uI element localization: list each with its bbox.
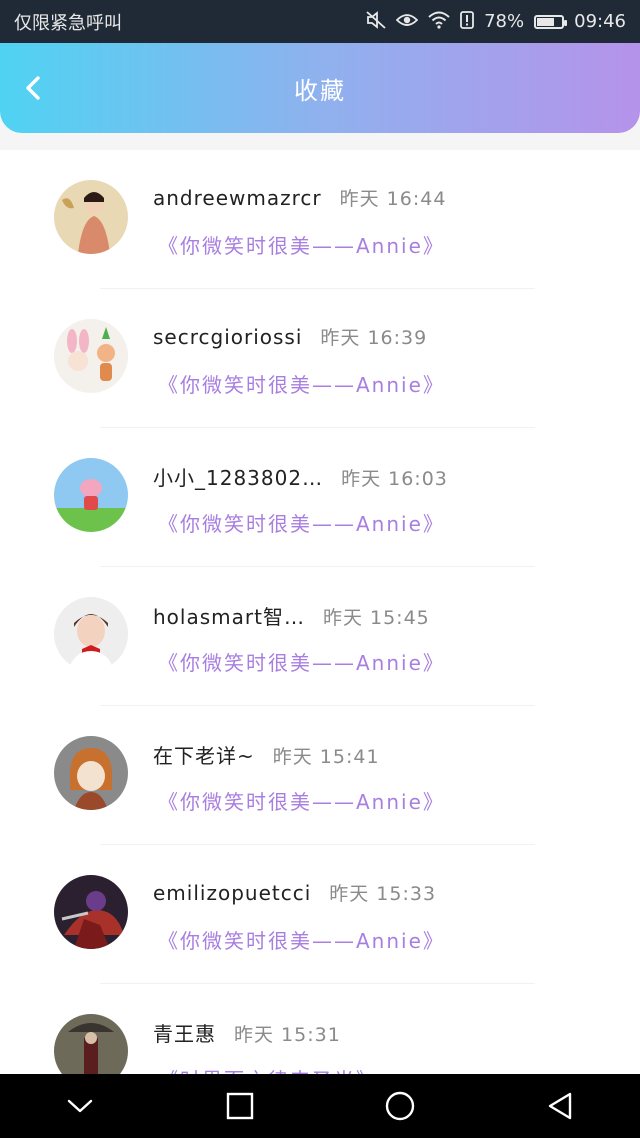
list-item[interactable]: 在下老详~ 昨天 15:41 《你微笑时很美——Annie》 xyxy=(0,706,640,845)
chevron-down-icon xyxy=(67,1099,93,1113)
back-button[interactable] xyxy=(18,73,48,103)
avatar[interactable] xyxy=(54,736,128,810)
username[interactable]: 在下老详~ xyxy=(153,740,255,769)
timestamp: 昨天 15:31 xyxy=(234,1024,341,1046)
title-bar: 收藏 xyxy=(0,43,640,133)
back-nav-button[interactable] xyxy=(530,1076,590,1136)
timestamp: 昨天 16:44 xyxy=(339,188,447,210)
timestamp: 昨天 15:45 xyxy=(322,607,430,629)
avatar[interactable] xyxy=(54,319,128,393)
username[interactable]: emilizopuetcci xyxy=(153,881,311,905)
timestamp: 昨天 16:03 xyxy=(341,468,448,490)
square-icon xyxy=(226,1092,254,1120)
favorites-list: andreewmazrcr 昨天 16:44 《你微笑时很美——Annie》 s… xyxy=(0,150,640,1074)
status-bar: 仅限紧急呼叫 78% 09:46 xyxy=(0,0,640,43)
eye-icon xyxy=(395,12,419,32)
favorite-message[interactable]: 《你微笑时很美——Annie》 xyxy=(158,925,445,954)
alert-icon xyxy=(460,10,475,33)
favorite-message[interactable]: 《你微笑时很美——Annie》 xyxy=(158,647,445,676)
list-item[interactable]: 青王惠 昨天 15:31 《时界而之律来圣光》 xyxy=(0,984,640,1074)
list-item[interactable]: holasmart智… 昨天 15:45 《你微笑时很美——Annie》 xyxy=(0,567,640,706)
clock: 09:46 xyxy=(574,11,626,32)
avatar[interactable] xyxy=(54,458,128,532)
circle-icon xyxy=(385,1091,415,1121)
favorite-message[interactable]: 《时界而之律来圣光》 xyxy=(158,1064,378,1074)
battery-percent: 78% xyxy=(484,11,525,32)
username[interactable]: 小小_1283802… xyxy=(153,462,323,491)
list-item[interactable]: emilizopuetcci 昨天 15:33 《你微笑时很美——Annie》 xyxy=(0,845,640,984)
recents-button[interactable] xyxy=(210,1076,270,1136)
name-line: 在下老详~ 昨天 15:41 xyxy=(153,740,380,769)
status-icons: 78% 09:46 xyxy=(366,10,626,33)
username[interactable]: holasmart智… xyxy=(153,601,305,630)
chevron-left-icon xyxy=(26,76,40,100)
battery-icon xyxy=(534,14,568,29)
list-item[interactable]: 小小_1283802… 昨天 16:03 《你微笑时很美——Annie》 xyxy=(0,428,640,567)
timestamp: 昨天 16:39 xyxy=(320,327,428,349)
favorite-message[interactable]: 《你微笑时很美——Annie》 xyxy=(158,508,445,537)
name-line: secrcgioriossi 昨天 16:39 xyxy=(153,323,427,350)
hide-keyboard-button[interactable] xyxy=(50,1076,110,1136)
favorite-message[interactable]: 《你微笑时很美——Annie》 xyxy=(158,369,445,398)
list-item[interactable]: secrcgioriossi 昨天 16:39 《你微笑时很美——Annie》 xyxy=(0,289,640,428)
name-line: emilizopuetcci 昨天 15:33 xyxy=(153,879,436,906)
timestamp: 昨天 15:33 xyxy=(329,883,437,905)
system-nav-bar xyxy=(0,1074,640,1138)
wifi-icon xyxy=(428,11,450,33)
username[interactable]: secrcgioriossi xyxy=(153,325,302,349)
username[interactable]: andreewmazrcr xyxy=(153,186,322,210)
mute-icon xyxy=(366,10,386,33)
avatar[interactable] xyxy=(54,180,128,254)
list-item[interactable]: andreewmazrcr 昨天 16:44 《你微笑时很美——Annie》 xyxy=(0,150,640,289)
page-title: 收藏 xyxy=(294,76,346,105)
home-button[interactable] xyxy=(370,1076,430,1136)
avatar[interactable] xyxy=(54,597,128,671)
timestamp: 昨天 15:41 xyxy=(272,746,380,768)
favorite-message[interactable]: 《你微笑时很美——Annie》 xyxy=(158,786,445,815)
username[interactable]: 青王惠 xyxy=(153,1018,216,1047)
avatar[interactable] xyxy=(54,1014,128,1074)
battery-level-fill xyxy=(537,17,555,26)
name-line: andreewmazrcr 昨天 16:44 xyxy=(153,184,446,211)
triangle-back-icon xyxy=(548,1092,572,1120)
avatar[interactable] xyxy=(54,875,128,949)
name-line: holasmart智… 昨天 15:45 xyxy=(153,601,430,630)
carrier-text: 仅限紧急呼叫 xyxy=(14,12,122,34)
name-line: 青王惠 昨天 15:31 xyxy=(153,1018,341,1047)
favorite-message[interactable]: 《你微笑时很美——Annie》 xyxy=(158,230,445,259)
name-line: 小小_1283802… 昨天 16:03 xyxy=(153,462,448,491)
